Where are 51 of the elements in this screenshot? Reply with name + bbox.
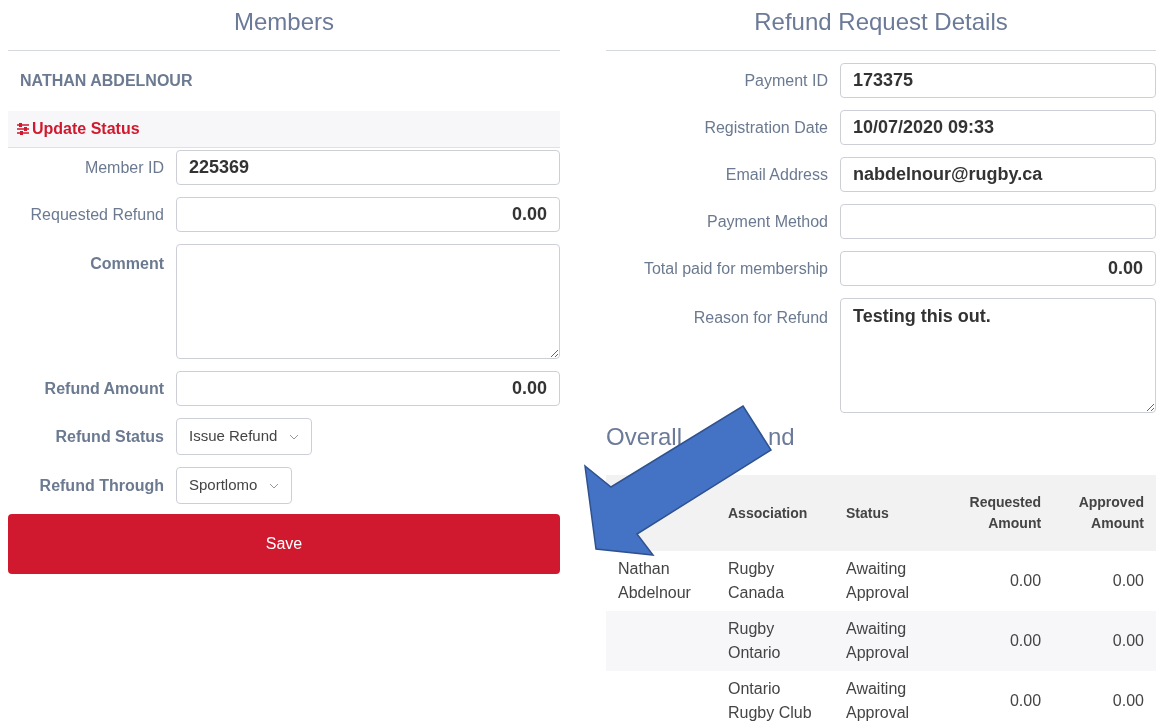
section-title: Overall [606,422,684,452]
table-cell: Awaiting Approval [846,620,910,661]
input-field[interactable]: 10/07/2020 09:33 [840,110,1156,145]
field-label: Total paid for membership [642,258,829,279]
field-label: Comment [89,254,165,274]
input-field[interactable]: 0.00 [840,251,1156,286]
text-area[interactable] [176,244,560,359]
field-label: Requested Refund [29,204,165,225]
save-button[interactable]: Save [8,514,560,574]
member-name: NATHAN ABDELNOUR [19,71,194,91]
input-field[interactable]: 0.00 [176,197,560,232]
field-label: Refund Through [38,475,165,496]
input-field[interactable]: 225369 [176,150,560,185]
table-cell: Rugby Canada [728,560,785,601]
section-title-end: nd [768,422,795,452]
sliders-icon [16,122,30,136]
field-label: Member ID [83,157,165,178]
dropdown[interactable]: Sportlomo [176,467,293,504]
table-cell: Awaiting Approval [846,680,910,721]
field-label: Payment ID [743,70,829,91]
table-cell: Awaiting Approval [846,560,910,601]
field-label: Refund Status [54,426,165,447]
panel-title: Refund Request Details [606,0,1156,51]
input-field[interactable]: 0.00 [176,371,560,406]
table-cell: Ontario Rugby Club [728,680,812,721]
dropdown[interactable]: Issue Refund [176,418,313,455]
panel-title: Members [8,0,560,51]
text-area[interactable]: Testing this out. [840,298,1156,413]
table-cell: 0.00 [1112,572,1144,589]
table-cell: 0.00 [1112,692,1144,709]
column-header: Association [716,475,834,551]
table-cell: Rugby Ontario [728,620,781,661]
section-header: Update Status [8,111,560,148]
column-header: Status [834,475,944,551]
chevron-down-icon [269,482,280,489]
field-label: Payment Method [706,211,829,232]
table-cell: 0.00 [1112,632,1144,649]
input-field[interactable] [840,204,1156,239]
chevron-down-icon [289,433,300,440]
column-header: Requested Amount [944,475,1054,551]
table-cell: 0.00 [1009,632,1042,649]
field-label: Email Address [724,164,829,185]
field-label: Reason for Refund [692,308,829,328]
table-cell: 0.00 [1009,572,1042,589]
table-cell: Nathan Abdelnour [618,560,691,601]
input-field[interactable]: 173375 [840,63,1156,98]
field-label: Registration Date [703,117,829,138]
table-cell: 0.00 [1009,692,1042,709]
field-label: Refund Amount [43,378,165,399]
column-header: Approved Amount [1053,475,1156,551]
input-field[interactable]: nabdelnour@rugby.ca [840,157,1156,192]
